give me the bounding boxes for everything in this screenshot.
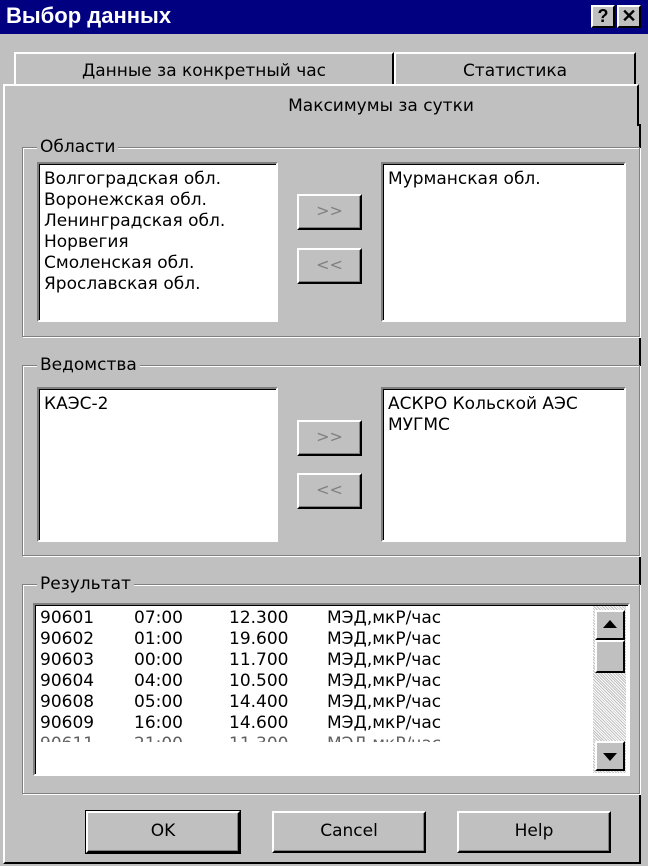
tab-hourly-data[interactable]: Данные за конкретный час — [14, 52, 394, 86]
table-row[interactable]: 90604 04:00 10.500 МЭД,мкР/час — [40, 671, 590, 692]
row-value: 14.600 — [229, 713, 289, 733]
list-item[interactable]: КАЭС-2 — [44, 394, 276, 415]
row-station: 90601 — [40, 608, 95, 628]
departments-group-title: Ведомства — [37, 355, 140, 375]
selected-regions-list[interactable]: Мурманская обл. — [381, 162, 626, 322]
row-station: 90604 — [40, 671, 95, 691]
list-item[interactable]: Ленинградская обл. — [44, 211, 276, 232]
results-group-title: Результат — [37, 574, 134, 594]
row-time: 07:00 — [134, 608, 183, 628]
remove-department-button[interactable]: << — [297, 473, 362, 509]
row-time: 04:00 — [134, 671, 183, 691]
row-value: 19.600 — [229, 629, 289, 649]
table-row[interactable]: 90608 05:00 14.400 МЭД,мкР/час — [40, 692, 590, 713]
scroll-down-button[interactable] — [595, 741, 625, 771]
list-item[interactable]: Мурманская обл. — [388, 169, 624, 190]
row-time: 01:00 — [134, 629, 183, 649]
results-list[interactable]: 90601 07:00 12.300 МЭД,мкР/час 90602 01:… — [33, 603, 630, 776]
add-region-button[interactable]: >> — [297, 194, 362, 230]
row-unit: МЭД,мкР/час — [327, 692, 442, 712]
tab-daily-maximums[interactable]: Максимумы за сутки — [3, 84, 639, 126]
regions-group-title: Области — [37, 137, 119, 157]
partial-row-clip: 90611 21:00 11.300 МЭД,мкР/час — [40, 734, 590, 742]
arrow-down-icon — [603, 753, 617, 761]
help-dialog-button[interactable]: Help — [457, 811, 611, 853]
tab-statistics[interactable]: Статистика — [394, 52, 636, 86]
cancel-button[interactable]: Cancel — [272, 811, 426, 853]
row-station: 90602 — [40, 629, 95, 649]
row-value: 10.500 — [229, 671, 289, 691]
scroll-up-button[interactable] — [595, 610, 625, 640]
row-unit: МЭД,мкР/час — [327, 671, 442, 691]
scrollbar-thumb[interactable] — [595, 640, 625, 673]
available-departments-list[interactable]: КАЭС-2 — [37, 387, 278, 542]
list-item[interactable]: Ярославская обл. — [44, 274, 276, 295]
results-rows: 90601 07:00 12.300 МЭД,мкР/час 90602 01:… — [40, 608, 590, 742]
window-title: Выбор данных — [6, 3, 172, 28]
table-row[interactable]: 90602 01:00 19.600 МЭД,мкР/час — [40, 629, 590, 650]
row-value: 14.400 — [229, 692, 289, 712]
row-station: 90608 — [40, 692, 95, 712]
list-item[interactable]: Норвегия — [44, 232, 276, 253]
list-item[interactable]: Смоленская обл. — [44, 253, 276, 274]
table-row[interactable]: 90609 16:00 14.600 МЭД,мкР/час — [40, 713, 590, 734]
row-unit: МЭД,мкР/час — [327, 713, 442, 733]
add-department-button[interactable]: >> — [297, 420, 362, 456]
row-station: 90609 — [40, 713, 95, 733]
row-time: 05:00 — [134, 692, 183, 712]
close-button[interactable]: ✕ — [617, 5, 641, 28]
table-row[interactable]: 90603 00:00 11.700 МЭД,мкР/час — [40, 650, 590, 671]
row-value: 12.300 — [229, 608, 289, 628]
selected-departments-list[interactable]: АСКРО Кольской АЭС МУГМС — [381, 387, 626, 542]
title-bar[interactable]: Выбор данных ? ✕ — [0, 0, 648, 34]
table-row[interactable]: 90611 21:00 11.300 МЭД,мкР/час — [40, 734, 590, 742]
row-value: 11.700 — [229, 650, 289, 670]
list-item[interactable]: Воронежская обл. — [44, 190, 276, 211]
table-row[interactable]: 90601 07:00 12.300 МЭД,мкР/час — [40, 608, 590, 629]
row-unit: МЭД,мкР/час — [327, 629, 442, 649]
row-time: 16:00 — [134, 713, 183, 733]
row-time: 00:00 — [134, 650, 183, 670]
row-unit: МЭД,мкР/час — [327, 734, 441, 742]
row-value: 11.300 — [229, 734, 288, 742]
row-unit: МЭД,мкР/час — [327, 650, 442, 670]
list-item[interactable]: АСКРО Кольской АЭС — [388, 394, 624, 415]
row-unit: МЭД,мкР/час — [327, 608, 442, 628]
list-item[interactable]: Волгоградская обл. — [44, 169, 276, 190]
results-scrollbar[interactable] — [593, 606, 626, 773]
row-station: 90611 — [40, 734, 94, 742]
available-regions-list[interactable]: Волгоградская обл. Воронежская обл. Лени… — [37, 162, 278, 322]
list-item[interactable]: МУГМС — [388, 415, 624, 436]
tab-daily-maximums-label: Максимумы за сутки — [288, 96, 474, 116]
arrow-up-icon — [603, 620, 617, 628]
row-time: 21:00 — [134, 734, 183, 742]
help-button[interactable]: ? — [591, 5, 615, 28]
remove-region-button[interactable]: << — [297, 248, 362, 284]
ok-button[interactable]: OK — [85, 810, 241, 854]
row-station: 90603 — [40, 650, 95, 670]
